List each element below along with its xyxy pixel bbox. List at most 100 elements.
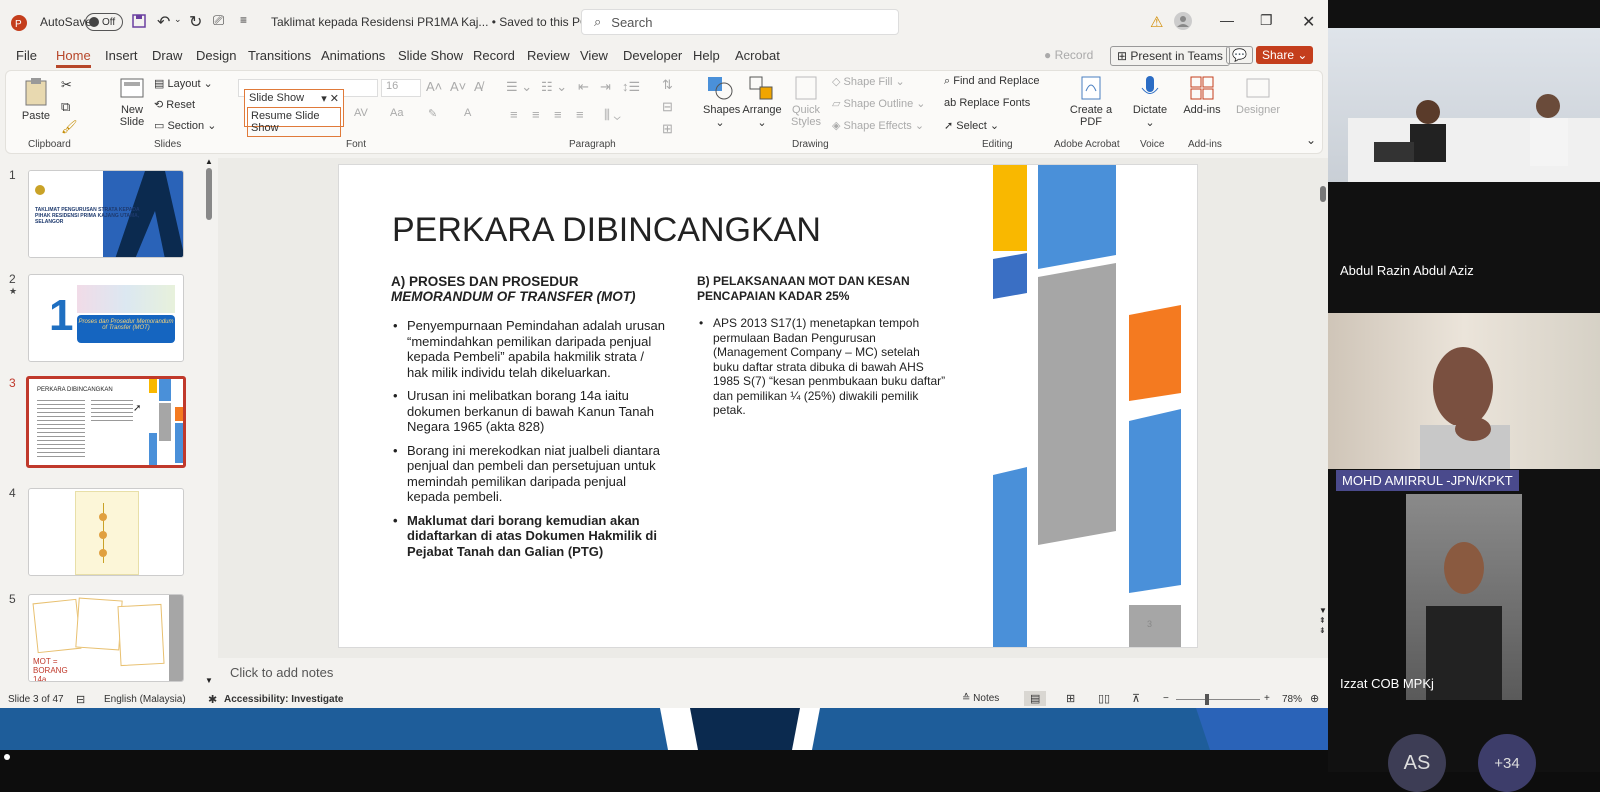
bullets-icon[interactable]: ☰ ⌄ [506,79,532,95]
video-tile-2[interactable] [1328,313,1600,469]
account-avatar-icon[interactable] [1173,11,1193,31]
accessibility-status[interactable]: Accessibility: Investigate [224,694,344,705]
format-painter-icon[interactable]: 🖌 [61,119,78,135]
menu-animations[interactable]: Animations [321,48,385,63]
font-size-box[interactable]: 16 [381,79,421,97]
arrange-button[interactable]: Arrange ⌄ [742,75,782,129]
minimize-icon[interactable]: — [1220,12,1234,28]
menu-insert[interactable]: Insert [105,48,138,63]
cut-icon[interactable]: ✂ [61,77,72,93]
right-column[interactable]: B) PELAKSANAAN MOT DAN KESAN PENCAPAIAN … [697,274,949,426]
highlight-icon[interactable]: ✎ [428,107,437,120]
menu-acrobat[interactable]: Acrobat [735,48,780,63]
create-pdf-button[interactable]: Create a PDF [1068,75,1114,128]
text-direction-icon[interactable]: ⇅ [662,77,673,93]
menu-draw[interactable]: Draw [152,48,182,63]
clear-format-icon[interactable]: A̸ [474,79,483,94]
menu-home[interactable]: Home [56,48,91,68]
menu-record[interactable]: Record [473,48,515,63]
present-icon[interactable]: ⎚ [213,12,224,29]
find-replace-button[interactable]: ⌕ Find and Replace [944,75,1039,88]
line-spacing-icon[interactable]: ↕☰ [622,79,640,95]
zoom-in-icon[interactable]: + [1264,693,1270,704]
normal-view-icon[interactable]: ▤ [1024,691,1047,706]
zoom-level[interactable]: 78% [1282,694,1302,705]
redo-icon[interactable]: ↻ [189,12,202,32]
scroll-down-icon[interactable]: ▼ [205,676,213,685]
decrease-indent-icon[interactable]: ⇤ [578,79,589,95]
numbering-icon[interactable]: ☷ ⌄ [541,79,567,95]
shape-fill-button[interactable]: ◇ Shape Fill ⌄ [832,75,905,88]
menu-design[interactable]: Design [196,48,236,63]
document-title[interactable]: Taklimat kepada Residensi PR1MA Kaj... •… [271,15,589,29]
replace-fonts-button[interactable]: ab Replace Fonts [944,97,1030,109]
menu-review[interactable]: Review [527,48,570,63]
menu-developer[interactable]: Developer [623,48,682,63]
align-text-icon[interactable]: ⊟ [662,99,673,115]
slide-title[interactable]: PERKARA DIBINCANGKAN [392,211,821,250]
slide-thumbnail-4[interactable] [28,488,184,576]
warning-icon[interactable]: ⚠ [1150,13,1163,31]
maximize-icon[interactable]: ❐ [1260,12,1273,29]
share-button[interactable]: Share ⌄ [1256,46,1314,64]
undo-dropdown-icon[interactable]: ⌄ [174,14,182,25]
shapes-button[interactable]: Shapes ⌄ [703,75,740,129]
copy-icon[interactable]: ⧉ [61,99,70,115]
decrease-font-icon[interactable]: A˅ [450,79,466,94]
left-column[interactable]: A) PROSES DAN PROSEDUR MEMORANDUM OF TRA… [391,274,666,567]
new-slide-button[interactable]: New Slide [112,75,152,128]
section-button[interactable]: ▭ Section ⌄ [154,119,216,132]
prev-next-slide-icon[interactable]: ▼ ⇞ ⇟ [1319,606,1327,636]
slide-count[interactable]: Slide 3 of 47 [8,694,64,705]
collapse-ribbon-icon[interactable]: ⌄ [1306,133,1316,147]
reading-view-icon[interactable]: ▯▯ [1098,692,1110,705]
char-spacing-icon[interactable]: AV [354,107,368,119]
reset-button[interactable]: ⟲ Reset [154,98,195,111]
menu-help[interactable]: Help [693,48,720,63]
paste-button[interactable]: Paste [18,77,54,122]
slide-thumbnail-5[interactable]: MOT = BORANG 14a [28,594,184,682]
slide-sorter-icon[interactable]: ⊞ [1066,692,1075,705]
current-slide[interactable]: PERKARA DIBINCANGKAN A) PROSES DAN PROSE… [338,164,1198,648]
dictate-button[interactable]: Dictate ⌄ [1130,75,1170,129]
slide-thumbnail-3[interactable]: PERKARA DIBINCANGKAN ➚ [26,376,186,468]
undo-icon[interactable]: ↶ [157,12,170,32]
menu-file[interactable]: File [16,48,37,63]
language-status[interactable]: English (Malaysia) [104,694,186,705]
shape-outline-button[interactable]: ▱ Shape Outline ⌄ [832,97,926,110]
video-tile-1[interactable] [1328,28,1600,182]
menu-view[interactable]: View [580,48,608,63]
zoom-slider-track[interactable] [1176,699,1260,700]
slideshow-popup-item-2[interactable]: Resume Slide Show [247,107,341,137]
autosave-toggle[interactable]: Off [85,13,123,31]
align-left-icon[interactable]: ≡ [510,107,518,122]
smartart-icon[interactable]: ⊞ [662,121,673,137]
comments-icon[interactable]: 💬 [1226,46,1253,64]
zoom-slider-thumb[interactable] [1205,694,1209,705]
notes-placeholder[interactable]: Click to add notes [230,665,333,680]
notes-button[interactable]: ≙ Notes [962,693,999,704]
layout-button[interactable]: ▤ Layout ⌄ [154,77,213,90]
present-in-teams-button[interactable]: ⊞ Present in Teams [1110,46,1230,66]
search-box[interactable]: ⌕ Search [581,9,899,35]
save-icon[interactable] [131,13,147,29]
popup-dropdown-icon[interactable]: ▾ ✕ [321,92,339,105]
spellcheck-icon[interactable]: ⊟ [76,693,85,706]
shape-effects-button[interactable]: ◈ Shape Effects ⌄ [832,119,924,132]
designer-button[interactable]: Designer [1236,75,1280,116]
increase-indent-icon[interactable]: ⇥ [600,79,611,95]
thumbnail-scrollbar[interactable] [206,168,212,220]
align-right-icon[interactable]: ≡ [554,107,562,122]
addins-button[interactable]: Add-ins [1182,75,1222,116]
close-icon[interactable]: ✕ [1302,12,1315,32]
more-participants-badge[interactable]: +34 [1478,734,1536,792]
select-button[interactable]: ➚ Select ⌄ [944,119,999,132]
align-center-icon[interactable]: ≡ [532,107,540,122]
video-tile-3[interactable] [1406,494,1522,700]
fit-to-window-icon[interactable]: ⊕ [1310,692,1319,705]
scroll-up-icon[interactable]: ▲ [205,157,213,166]
zoom-out-icon[interactable]: − [1163,693,1169,704]
record-button[interactable]: ● Record [1044,48,1093,62]
quick-styles-button[interactable]: Quick Styles [788,75,824,128]
slideshow-popup-item-1[interactable]: Slide Show [249,92,304,105]
